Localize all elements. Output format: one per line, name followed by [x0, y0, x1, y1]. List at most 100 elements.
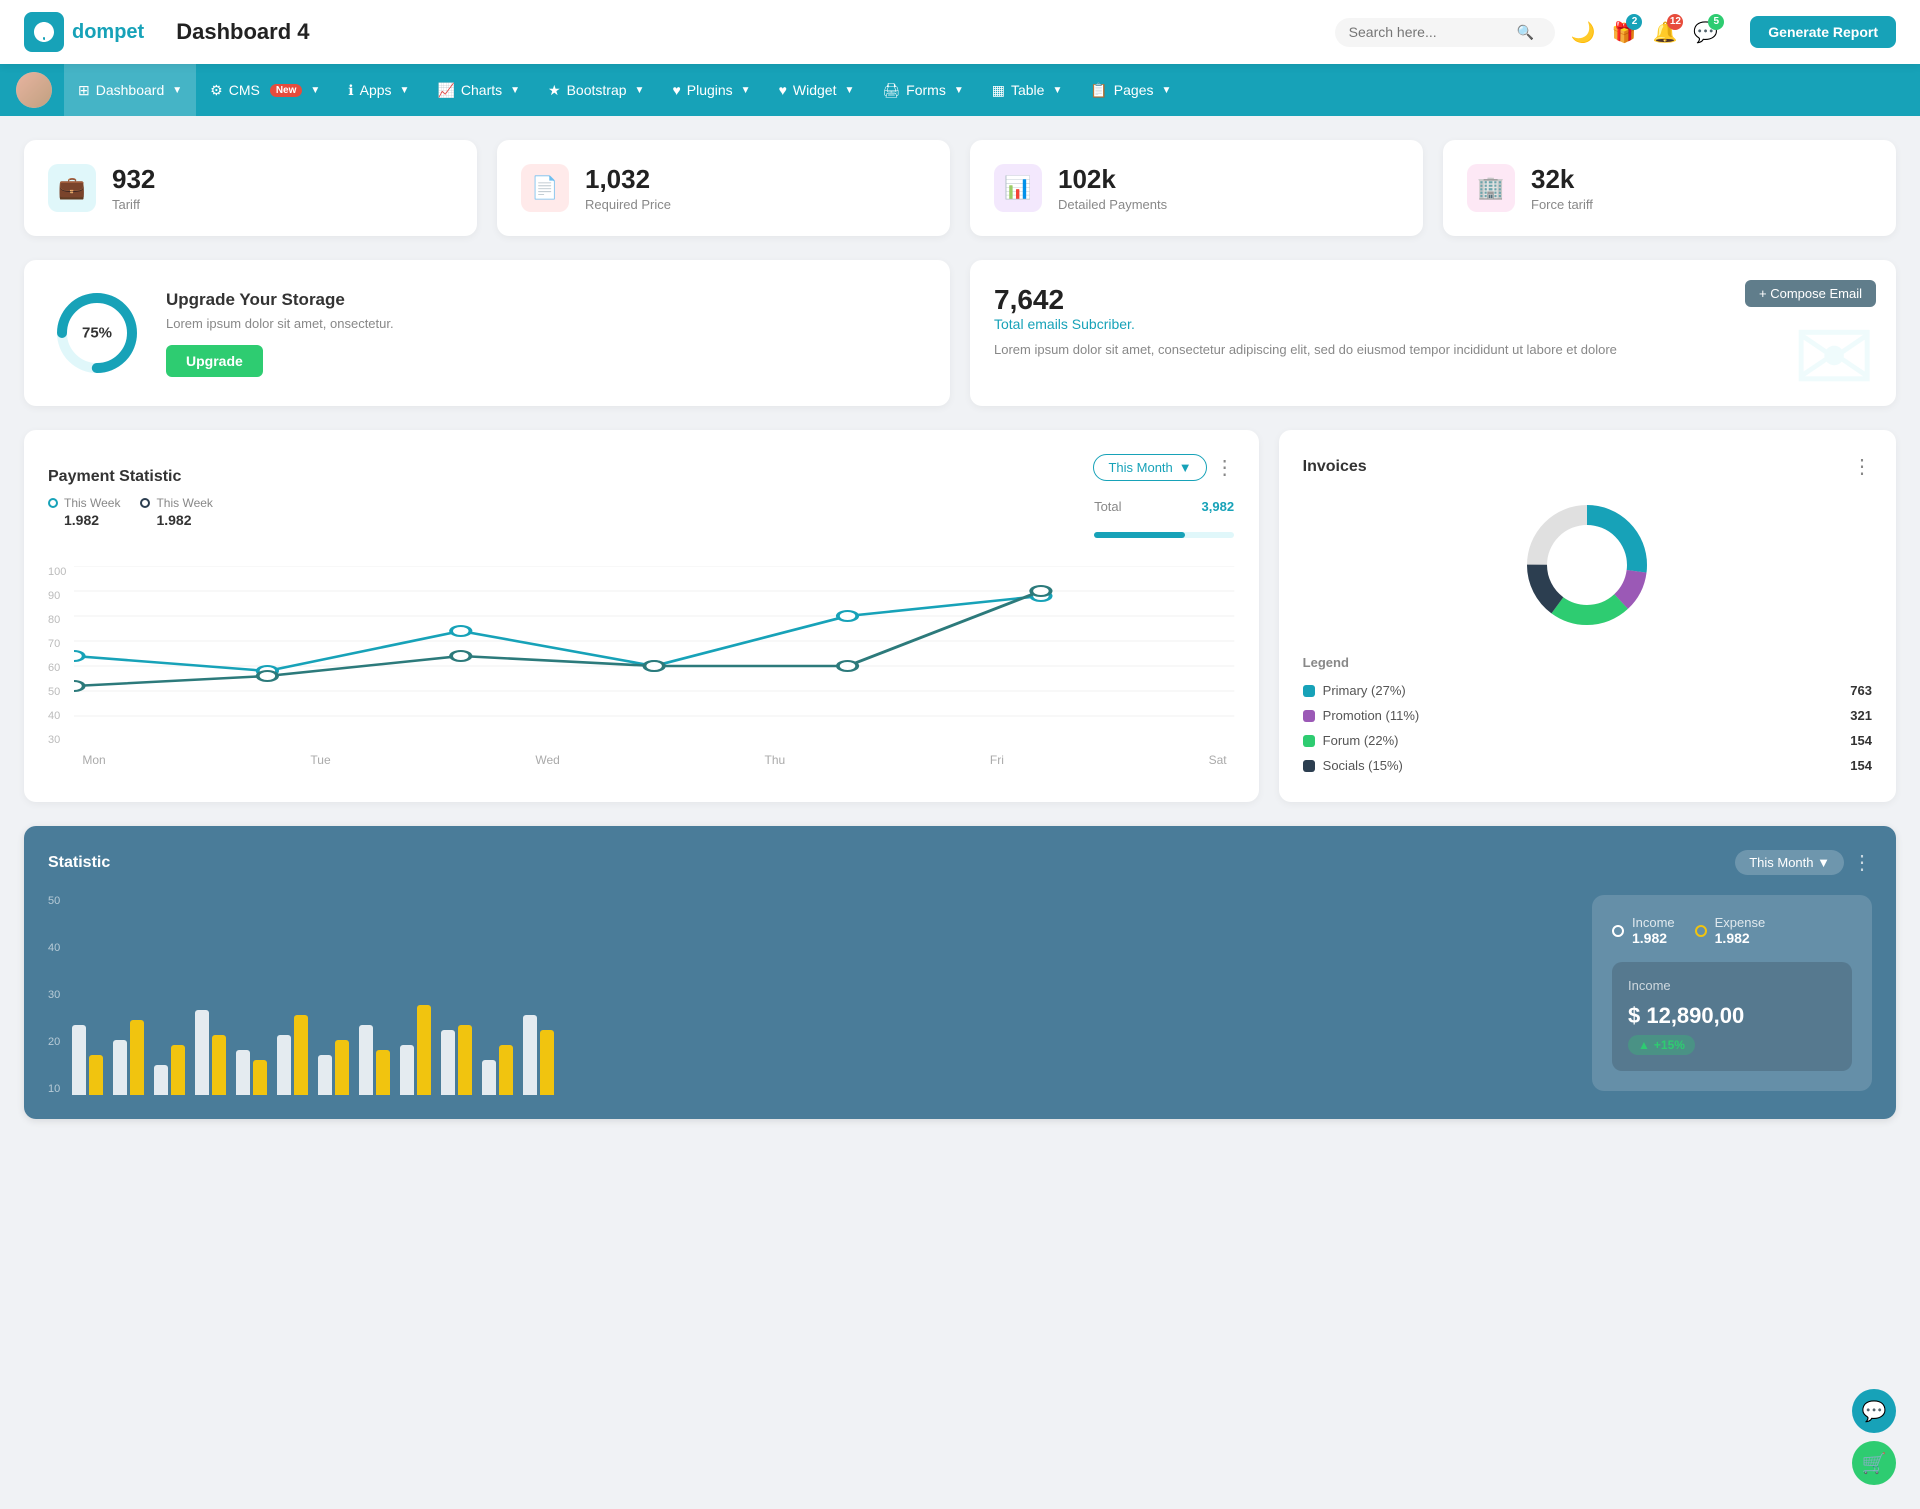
arrow-up-icon: ▲ — [1638, 1038, 1650, 1052]
legend-row-socials: Socials (15%) 154 — [1303, 753, 1872, 778]
chat-badge: 5 — [1708, 14, 1724, 30]
cms-icon: ⚙ — [210, 82, 223, 99]
nav-item-charts[interactable]: 📈 Charts ▼ — [423, 64, 534, 116]
statistic-more-button[interactable]: ⋮ — [1852, 850, 1872, 875]
header-icons: 🌙 🎁 2 🔔 12 💬 5 Generate Report — [1571, 16, 1896, 48]
chevron-down-icon: ▼ — [310, 85, 320, 96]
stat-card-detailed-payments: 📊 102k Detailed Payments — [970, 140, 1423, 236]
force-tariff-icon: 🏢 — [1467, 164, 1515, 212]
bar-group — [523, 1015, 554, 1095]
payment-progress — [1094, 532, 1234, 538]
dark-mode-icon[interactable]: 🌙 — [1571, 20, 1596, 45]
income-details-title: Income — [1628, 978, 1836, 993]
income-legend: Income 1.982 Expense 1.982 — [1612, 915, 1852, 946]
generate-report-button[interactable]: Generate Report — [1750, 16, 1896, 48]
charts-icon: 📈 — [437, 82, 454, 99]
storage-donut: 75% — [52, 288, 142, 378]
legend-item-2: This Week 1.982 — [140, 496, 212, 528]
payment-header: Payment Statistic This Week 1.982 This W… — [48, 454, 1235, 550]
required-price-value: 1,032 — [585, 164, 671, 195]
nav-item-forms[interactable]: 🖨 Forms ▼ — [868, 64, 977, 116]
nav-item-bootstrap[interactable]: ★ Bootstrap ▼ — [534, 64, 658, 116]
upgrade-description: Lorem ipsum dolor sit amet, onsectetur. — [166, 316, 394, 331]
statistic-filter-button[interactable]: This Month ▼ — [1735, 850, 1844, 875]
invoices-card: Invoices ⋮ Leg — [1279, 430, 1896, 802]
bar-group — [400, 1005, 431, 1095]
email-bg-icon: ✉ — [1792, 299, 1876, 406]
invoices-header: Invoices ⋮ — [1303, 454, 1872, 479]
tariff-value: 932 — [112, 164, 155, 195]
statistic-title: Statistic — [48, 854, 110, 872]
payment-filter-button[interactable]: This Month ▼ — [1093, 454, 1206, 481]
chat-icon[interactable]: 💬 5 — [1693, 20, 1718, 45]
payment-more-button[interactable]: ⋮ — [1215, 455, 1235, 480]
chevron-down-icon: ▼ — [635, 85, 645, 96]
main-content: 💼 932 Tariff 📄 1,032 Required Price 📊 10… — [0, 116, 1920, 1143]
nav-item-dashboard[interactable]: ⊞ Dashboard ▼ — [64, 64, 196, 116]
apps-icon: ℹ — [348, 82, 353, 99]
nav-item-apps[interactable]: ℹ Apps ▼ — [334, 64, 423, 116]
expense-item: Expense 1.982 — [1695, 915, 1766, 946]
bell-icon[interactable]: 🔔 12 — [1652, 20, 1677, 45]
expense-label-group: Expense 1.982 — [1715, 915, 1766, 946]
invoices-more-button[interactable]: ⋮ — [1852, 454, 1872, 479]
expense-val: 1.982 — [1715, 930, 1766, 946]
fab-cart-button[interactable]: 🛒 — [1852, 1441, 1896, 1485]
stat-card-content: 932 Tariff — [112, 164, 155, 212]
income-val: 1.982 — [1632, 930, 1675, 946]
required-price-icon: 📄 — [521, 164, 569, 212]
statistic-section: Statistic This Month ▼ ⋮ 50 40 30 2 — [24, 826, 1896, 1119]
bar-group — [318, 1040, 349, 1095]
upgrade-card: 75% Upgrade Your Storage Lorem ipsum dol… — [24, 260, 950, 406]
bar-group — [195, 1010, 226, 1095]
fab-chat-button[interactable]: 💬 — [1852, 1389, 1896, 1433]
upgrade-button[interactable]: Upgrade — [166, 345, 263, 377]
dot-dark — [140, 498, 150, 508]
legend-color-primary — [1303, 685, 1315, 697]
income-dot — [1612, 925, 1624, 937]
payment-card: Payment Statistic This Week 1.982 This W… — [24, 430, 1259, 802]
x-axis-labels: Mon Tue Wed Thu Fri Sat — [74, 753, 1234, 767]
chevron-down-icon: ▼ — [1817, 855, 1830, 870]
nav-item-table[interactable]: ▦ Table ▼ — [978, 64, 1077, 116]
stat-card-force-tariff: 🏢 32k Force tariff — [1443, 140, 1896, 236]
dot-teal — [48, 498, 58, 508]
bar-group — [482, 1045, 513, 1095]
bar-group — [441, 1025, 472, 1095]
chevron-down-icon: ▼ — [741, 85, 751, 96]
chevron-down-icon: ▼ — [510, 85, 520, 96]
gift-icon[interactable]: 🎁 2 — [1612, 20, 1637, 45]
legend-color-promotion — [1303, 710, 1315, 722]
widget-icon: ♥ — [779, 82, 787, 98]
page-title: Dashboard 4 — [176, 19, 1334, 45]
statistic-bars: 50 40 30 20 10 — [48, 895, 1572, 1095]
expense-dot — [1695, 925, 1707, 937]
email-card: + Compose Email 7,642 Total emails Subcr… — [970, 260, 1896, 406]
legend1-val: 1.982 — [48, 512, 120, 528]
legend-item-1: This Week 1.982 — [48, 496, 120, 528]
nav-item-cms[interactable]: ⚙ CMS New ▼ — [196, 64, 334, 116]
stat-card-content: 102k Detailed Payments — [1058, 164, 1167, 212]
search-bar: 🔍 — [1335, 18, 1555, 47]
nav-avatar — [16, 72, 52, 108]
chevron-down-icon: ▼ — [400, 85, 410, 96]
nav-item-widget[interactable]: ♥ Widget ▼ — [765, 64, 869, 116]
income-amount: $ 12,890,00 — [1628, 1003, 1836, 1029]
table-icon: ▦ — [992, 82, 1005, 99]
storage-pct: 75% — [82, 325, 112, 342]
legend2-val: 1.982 — [140, 512, 212, 528]
legend-color-socials — [1303, 760, 1315, 772]
payment-title-text: Payment Statistic — [48, 468, 213, 486]
email-number: 7,642 — [994, 284, 1872, 316]
nav-item-pages[interactable]: 📋 Pages ▼ — [1076, 64, 1185, 116]
stat-card-content: 32k Force tariff — [1531, 164, 1593, 212]
nav-item-plugins[interactable]: ♥ Plugins ▼ — [658, 64, 764, 116]
fab-container: 💬 🛒 — [1852, 1389, 1896, 1485]
legend-row-primary: Primary (27%) 763 — [1303, 678, 1872, 703]
bar-group — [113, 1020, 144, 1095]
force-tariff-value: 32k — [1531, 164, 1593, 195]
search-input[interactable] — [1349, 24, 1509, 40]
forms-icon: 🖨 — [882, 82, 900, 99]
bar-groups — [72, 895, 1572, 1095]
donut-svg — [1517, 495, 1657, 635]
